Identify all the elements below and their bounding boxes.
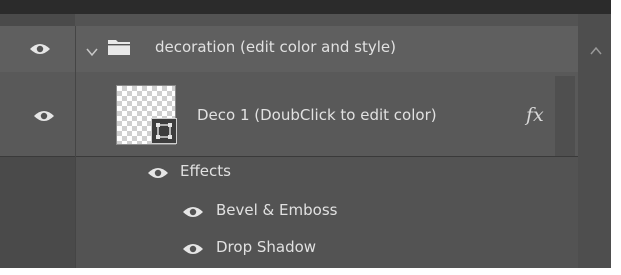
chevron-down-icon[interactable] (86, 42, 98, 61)
scroll-up-icon[interactable] (590, 40, 602, 59)
layer-row-scroll (555, 76, 575, 156)
layer-name[interactable]: Deco 1 (DoubClick to edit color) (197, 106, 437, 124)
visibility-eye-icon[interactable] (33, 109, 55, 123)
visibility-eye-icon[interactable] (29, 42, 51, 56)
visibility-eye-icon[interactable] (182, 205, 204, 219)
panel-top-strip (0, 0, 611, 14)
layers-panel: decoration (edit color and style) Deco 1… (0, 0, 611, 268)
row-divider (0, 156, 578, 157)
folder-icon (107, 38, 131, 60)
group-name[interactable]: decoration (edit color and style) (155, 38, 396, 56)
smart-object-icon (151, 118, 177, 144)
visibility-eye-icon[interactable] (147, 166, 169, 180)
visibility-eye-icon[interactable] (182, 242, 204, 256)
effect-item[interactable]: Drop Shadow (216, 238, 316, 256)
column-divider (75, 26, 76, 268)
effect-item[interactable]: Bevel & Emboss (216, 201, 337, 219)
effects-label[interactable]: Effects (180, 162, 231, 180)
fx-icon[interactable]: fx (526, 104, 544, 126)
